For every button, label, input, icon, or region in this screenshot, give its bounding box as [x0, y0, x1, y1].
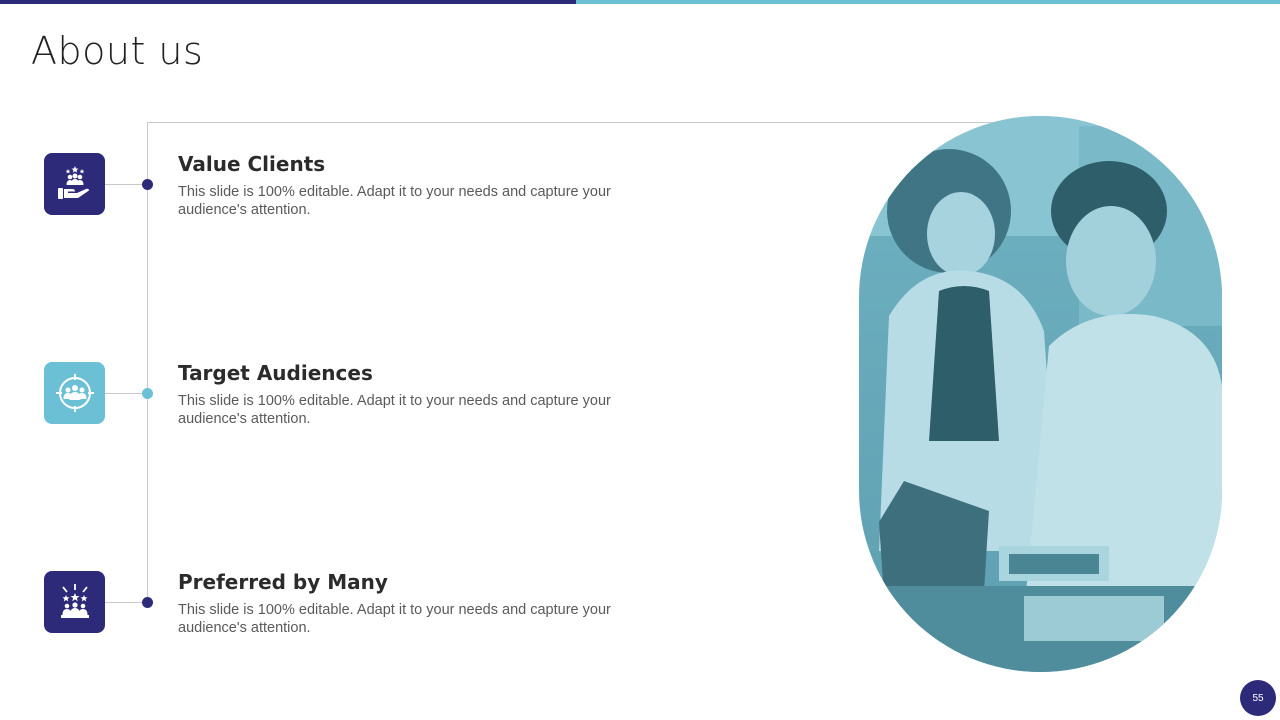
target-audiences-heading: Target Audiences [178, 361, 373, 385]
target-audiences-timeline-dot [142, 388, 153, 399]
team-photo [859, 116, 1222, 672]
timeline-vertical-line [147, 122, 148, 604]
timeline-top-line [147, 122, 1037, 123]
top-accent-bar-dark [0, 0, 576, 4]
page-number-badge: 55 [1240, 680, 1276, 716]
target-audience-icon [55, 374, 94, 412]
preferred-by-many-description: This slide is 100% editable. Adapt it to… [178, 602, 611, 636]
preferred-by-many-timeline-dot [142, 597, 153, 608]
target-audiences-description: This slide is 100% editable. Adapt it to… [178, 393, 611, 427]
hand-holding-people-icon [57, 166, 89, 199]
value-clients-timeline-dot [142, 179, 153, 190]
value-clients-heading: Value Clients [178, 152, 326, 176]
value-clients-icon-tile [44, 153, 105, 215]
value-clients-description: This slide is 100% editable. Adapt it to… [178, 184, 611, 218]
preferred-by-many-heading: Preferred by Many [178, 570, 388, 594]
preferred-by-many-connector [105, 602, 147, 603]
star-audience-icon [60, 584, 89, 618]
target-audiences-connector [105, 393, 147, 394]
value-clients-connector [105, 184, 147, 185]
slide-title: About us [31, 29, 204, 73]
target-audiences-icon-tile [44, 362, 105, 424]
preferred-by-many-icon-tile [44, 571, 105, 633]
top-accent-bar-light [576, 0, 1280, 4]
